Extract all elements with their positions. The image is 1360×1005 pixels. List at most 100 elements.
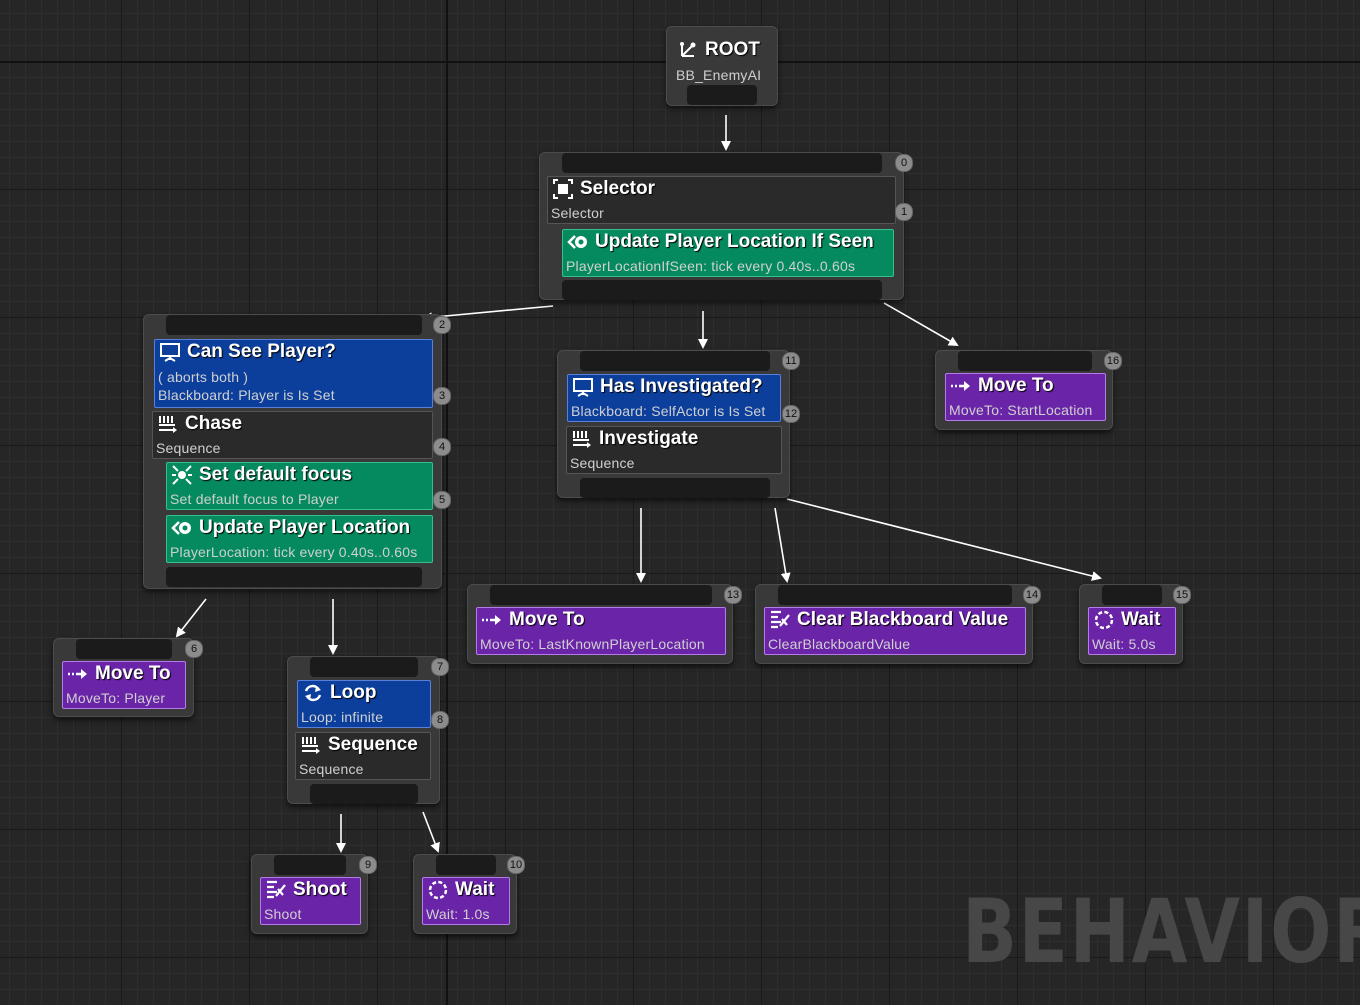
selector-input-pin[interactable]: [562, 153, 882, 173]
execution-index-badge: 11: [782, 352, 800, 370]
wait-long-node[interactable]: Wait Wait: 5.0s: [1079, 584, 1183, 664]
can-see-player-decorator[interactable]: Can See Player? ( aborts both ) Blackboa…: [154, 339, 433, 408]
moveto-player-input-pin[interactable]: [76, 639, 172, 659]
execution-index-badge: 16: [1104, 352, 1122, 370]
chase-title: Chase: [185, 413, 243, 434]
execution-index-badge: 8: [431, 711, 449, 729]
loop-sequence-composite[interactable]: Sequence Sequence: [295, 732, 431, 780]
set-default-focus-title: Set default focus: [199, 464, 353, 485]
loop-sequence-title: Sequence: [328, 734, 418, 755]
execution-index-badge: 13: [724, 586, 742, 604]
moveto-icon: [481, 609, 503, 631]
root-output-pin[interactable]: [687, 85, 757, 105]
update-player-location-if-seen-service[interactable]: Update Player Location If Seen PlayerLoc…: [562, 229, 894, 277]
update-player-location-title: Update Player Location: [199, 517, 411, 538]
clear-blackboard-subtitle: ClearBlackboardValue: [768, 636, 911, 652]
chase-node[interactable]: Can See Player? ( aborts both ) Blackboa…: [143, 314, 442, 589]
wait-long-input-pin[interactable]: [1102, 585, 1162, 605]
shoot-input-pin[interactable]: [274, 855, 346, 875]
decorator-icon: [159, 341, 181, 363]
loop-output-pin[interactable]: [310, 784, 418, 804]
wait-long-title: Wait: [1121, 609, 1161, 630]
set-default-focus-subtitle: Set default focus to Player: [170, 491, 339, 507]
decorator-icon: [572, 376, 594, 398]
sequence-icon: [157, 413, 179, 435]
execution-index-badge: 15: [1173, 586, 1191, 604]
loop-sequence-subtitle: Sequence: [299, 761, 364, 777]
execution-index-badge: 1: [895, 203, 913, 221]
has-investigated-decorator[interactable]: Has Investigated? Blackboard: SelfActor …: [567, 374, 781, 422]
wait-short-input-pin[interactable]: [436, 855, 496, 875]
execution-index-badge: 10: [507, 856, 525, 874]
clear-blackboard-node[interactable]: Clear Blackboard Value ClearBlackboardVa…: [755, 584, 1033, 664]
wait-icon: [427, 879, 449, 901]
wire-loop-wait: [422, 811, 440, 853]
behavior-watermark: BEHAVIOR: [962, 880, 1360, 983]
investigate-input-pin[interactable]: [580, 351, 770, 371]
has-investigated-title: Has Investigated?: [600, 376, 763, 397]
shoot-node[interactable]: Shoot Shoot: [251, 854, 368, 934]
wait-long-task[interactable]: Wait Wait: 5.0s: [1088, 607, 1176, 655]
moveto-start-node[interactable]: Move To MoveTo: StartLocation: [935, 350, 1113, 430]
loop-title: Loop: [330, 682, 377, 703]
wait-long-subtitle: Wait: 5.0s: [1092, 636, 1156, 652]
moveto-last-known-node[interactable]: Move To MoveTo: LastKnownPlayerLocation: [467, 584, 733, 664]
task-icon: [265, 879, 287, 901]
selector-composite[interactable]: Selector Selector: [547, 176, 896, 224]
wire-investigate-clear: [774, 507, 791, 583]
loop-decorator[interactable]: Loop Loop: infinite: [297, 680, 431, 728]
task-icon: [769, 609, 791, 631]
investigate-composite[interactable]: Investigate Sequence: [566, 426, 782, 474]
can-see-player-condition: Blackboard: Player is Is Set: [158, 387, 335, 403]
chase-composite[interactable]: Chase Sequence: [152, 411, 433, 459]
selector-output-pin[interactable]: [562, 280, 882, 300]
update-player-location-if-seen-title: Update Player Location If Seen: [595, 231, 874, 252]
wait-short-node[interactable]: Wait Wait: 1.0s: [413, 854, 517, 934]
investigate-output-pin[interactable]: [580, 478, 770, 498]
moveto-last-known-title: Move To: [509, 609, 585, 630]
root-node[interactable]: ROOT BB_EnemyAI: [666, 26, 778, 106]
root-title: ROOT: [705, 39, 760, 60]
clear-blackboard-input-pin[interactable]: [778, 585, 1012, 605]
update-player-location-service[interactable]: Update Player Location PlayerLocation: t…: [166, 515, 433, 563]
moveto-icon: [67, 663, 89, 685]
wait-short-task[interactable]: Wait Wait: 1.0s: [422, 877, 510, 925]
loop-input-pin[interactable]: [310, 657, 418, 677]
selector-node[interactable]: Selector Selector Update Player Location…: [539, 152, 904, 300]
wire-chase-moveto-player: [175, 598, 207, 638]
loop-node[interactable]: Loop Loop: infinite Sequence Sequence: [287, 656, 440, 804]
wait-short-subtitle: Wait: 1.0s: [426, 906, 490, 922]
sequence-icon: [571, 428, 593, 450]
investigate-title: Investigate: [599, 428, 699, 449]
chase-input-pin[interactable]: [166, 315, 422, 335]
shoot-task[interactable]: Shoot Shoot: [260, 877, 361, 925]
service-icon: [567, 231, 589, 253]
loop-icon: [302, 682, 324, 704]
moveto-player-node[interactable]: Move To MoveTo: Player: [53, 638, 194, 717]
execution-index-badge: 7: [431, 658, 449, 676]
root-subtitle: BB_EnemyAI: [676, 67, 762, 83]
investigate-node[interactable]: Has Investigated? Blackboard: SelfActor …: [557, 350, 790, 498]
moveto-icon: [950, 375, 972, 397]
shoot-title: Shoot: [293, 879, 347, 900]
set-default-focus-service[interactable]: Set default focus Set default focus to P…: [166, 462, 433, 510]
loop-subtitle: Loop: infinite: [301, 709, 384, 725]
wait-short-title: Wait: [455, 879, 495, 900]
moveto-player-task[interactable]: Move To MoveTo: Player: [62, 661, 186, 709]
clear-blackboard-title: Clear Blackboard Value: [797, 609, 1009, 630]
can-see-player-title: Can See Player?: [187, 341, 336, 362]
execution-index-badge: 6: [185, 640, 203, 658]
wire-investigate-wait: [786, 498, 1102, 581]
moveto-last-known-input-pin[interactable]: [490, 585, 712, 605]
moveto-start-subtitle: MoveTo: StartLocation: [949, 402, 1093, 418]
wait-icon: [1093, 609, 1115, 631]
moveto-start-task[interactable]: Move To MoveTo: StartLocation: [945, 373, 1106, 421]
moveto-start-input-pin[interactable]: [958, 351, 1092, 371]
chase-output-pin[interactable]: [166, 567, 422, 587]
moveto-player-title: Move To: [95, 663, 171, 684]
moveto-start-title: Move To: [978, 375, 1054, 396]
execution-index-badge: 9: [359, 856, 377, 874]
moveto-last-known-task[interactable]: Move To MoveTo: LastKnownPlayerLocation: [476, 607, 726, 655]
clear-blackboard-task[interactable]: Clear Blackboard Value ClearBlackboardVa…: [764, 607, 1026, 655]
update-player-location-if-seen-subtitle: PlayerLocationIfSeen: tick every 0.40s..…: [566, 258, 856, 274]
